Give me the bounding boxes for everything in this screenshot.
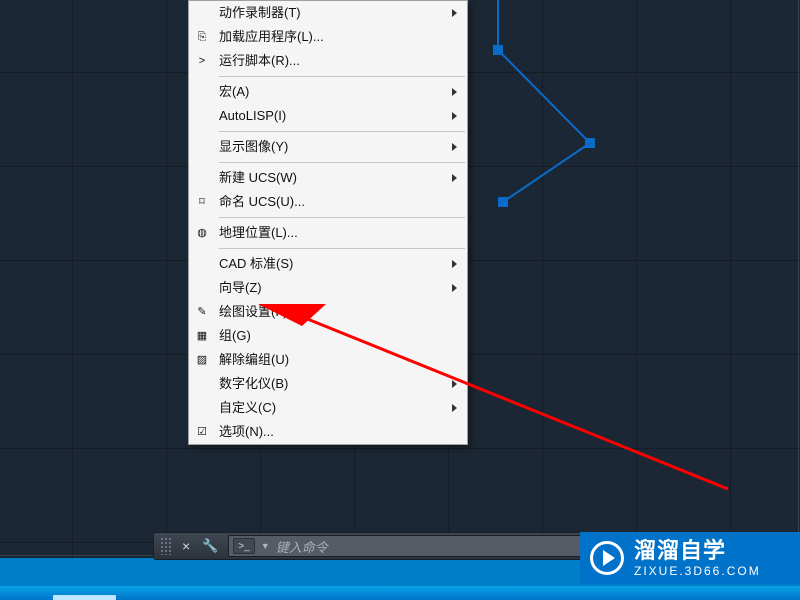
taskbar-app-button[interactable] [53,595,116,600]
menu-item-label: 向导(Z) [219,276,262,300]
menu-item-10[interactable]: ⌑ 命名 UCS(U)... [189,190,467,214]
menu-icon: ☑ [194,424,210,440]
menu-separator [219,131,465,132]
menu-item-label: 显示图像(Y) [219,135,288,159]
wrench-icon[interactable]: 🔧 [200,538,220,554]
command-placeholder: 键入命令 [276,537,328,556]
menu-item-label: 绘图设置(F)... [219,300,298,324]
menu-item-label: 自定义(C) [219,396,276,420]
menu-icon: ⌑ [194,194,210,210]
menu-item-label: 组(G) [219,324,251,348]
menu-icon: ⎘ [194,29,210,45]
menu-item-1[interactable]: ⎘ 加载应用程序(L)... [189,25,467,49]
badge-url: ZIXUE.3D66.COM [634,565,761,577]
menu-icon: ▦ [194,328,210,344]
menu-separator [219,217,465,218]
menu-item-15[interactable]: 向导(Z) [189,276,467,300]
menu-item-17[interactable]: ▦ 组(G) [189,324,467,348]
menu-item-16[interactable]: ✎ 绘图设置(F)... [189,300,467,324]
menu-item-label: 地理位置(L)... [219,221,298,245]
play-icon [590,541,624,575]
menu-item-21[interactable]: ☑ 选项(N)... [189,420,467,444]
taskbar[interactable] [0,586,800,600]
menu-separator [219,76,465,77]
drag-handle-icon[interactable] [160,537,172,555]
menu-item-2[interactable]: > 运行脚本(R)... [189,49,467,73]
menu-item-20[interactable]: 自定义(C) [189,396,467,420]
menu-icon: ✎ [194,304,210,320]
menu-item-14[interactable]: CAD 标准(S) [189,252,467,276]
watermark-badge: 溜溜自学 ZIXUE.3D66.COM [580,532,800,584]
command-prompt-icon[interactable]: >_ [233,538,254,554]
menu-separator [219,248,465,249]
menu-item-19[interactable]: 数字化仪(B) [189,372,467,396]
badge-title: 溜溜自学 [634,540,761,562]
menu-icon: > [194,53,210,69]
menu-item-5[interactable]: AutoLISP(I) [189,104,467,128]
menu-item-label: 宏(A) [219,80,249,104]
tools-context-menu[interactable]: 动作录制器(T) ⎘ 加载应用程序(L)... > 运行脚本(R)... 宏(A)Auto… [188,0,468,445]
menu-item-label: CAD 标准(S) [219,252,293,276]
close-icon[interactable]: × [180,538,192,554]
menu-item-label: 数字化仪(B) [219,372,288,396]
menu-item-12[interactable]: ◍ 地理位置(L)... [189,221,467,245]
menu-item-7[interactable]: 显示图像(Y) [189,135,467,159]
menu-item-label: 动作录制器(T) [219,1,301,25]
chevron-down-icon[interactable]: ▼ [261,541,270,551]
menu-item-4[interactable]: 宏(A) [189,80,467,104]
menu-item-0[interactable]: 动作录制器(T) [189,1,467,25]
menu-item-label: AutoLISP(I) [219,104,286,128]
menu-item-label: 加载应用程序(L)... [219,25,324,49]
menu-icon: ◍ [194,225,210,241]
menu-icon: ▨ [194,352,210,368]
menu-item-label: 新建 UCS(W) [219,166,297,190]
menu-item-label: 命名 UCS(U)... [219,190,305,214]
menu-item-18[interactable]: ▨ 解除编组(U) [189,348,467,372]
menu-item-9[interactable]: 新建 UCS(W) [189,166,467,190]
menu-item-label: 选项(N)... [219,420,274,444]
menu-separator [219,162,465,163]
menu-item-label: 解除编组(U) [219,348,289,372]
menu-item-label: 运行脚本(R)... [219,49,300,73]
